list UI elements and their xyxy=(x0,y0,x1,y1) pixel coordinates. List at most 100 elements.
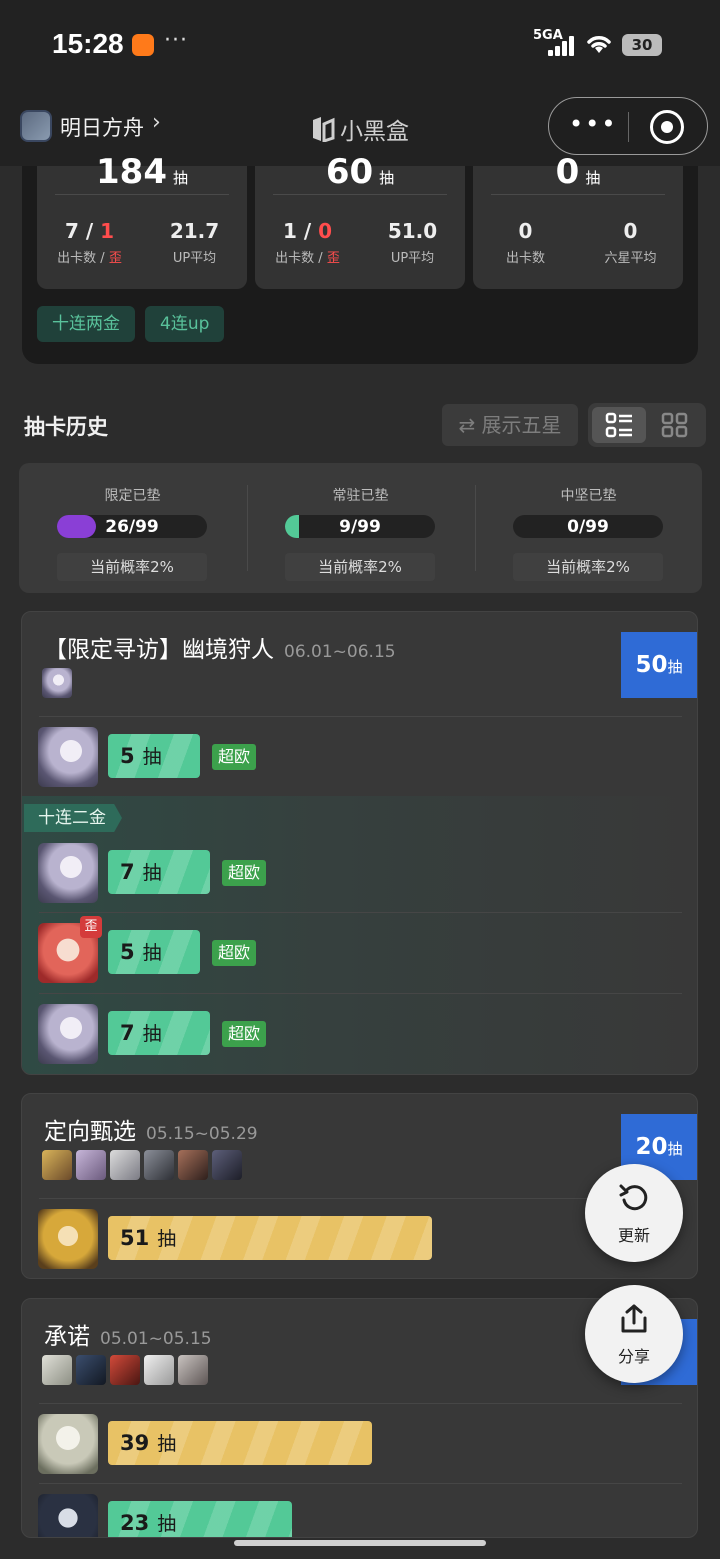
operator-thumbnail xyxy=(178,1150,208,1180)
pity-panel: 限定已垫 26/99 当前概率2% 常驻已垫 9/99 当前概率2% 中坚已垫 … xyxy=(19,463,702,593)
status-bar: 15:28 ··· 5GA 30 xyxy=(0,0,720,90)
pull-row: 7抽 超欧 xyxy=(22,993,697,1073)
banner-card-limited[interactable]: 【限定寻访】幽境狩人 06.01~06.15 50抽 5抽 超欧 十连二金 7抽 … xyxy=(21,611,698,1075)
refresh-icon xyxy=(619,1184,648,1211)
pull-count-bar: 7抽 xyxy=(108,1011,210,1055)
pity-caption: 中坚已垫 xyxy=(560,488,617,504)
pool-six-star-average: 0 六星平均 xyxy=(604,219,657,266)
miniapp-capsule: ••• xyxy=(548,97,708,155)
pool-up-average: 51.0 UP平均 xyxy=(387,219,438,266)
brand-name: 小黑盒 xyxy=(340,119,409,145)
game-avatar[interactable] xyxy=(20,110,52,142)
chevron-right-icon[interactable]: › xyxy=(152,110,161,135)
notification-app-icon xyxy=(132,34,154,56)
capsule-divider xyxy=(628,112,629,142)
grid-view-icon xyxy=(661,412,688,438)
pull-count-bar: 51 抽 xyxy=(108,1216,432,1260)
operator-thumbnail xyxy=(212,1150,242,1180)
luck-badge: 超欧 xyxy=(222,860,267,886)
pity-value: 9/99 xyxy=(339,517,381,537)
pity-core: 中坚已垫 0/99 当前概率2% xyxy=(475,463,702,593)
luck-badge: 超欧 xyxy=(212,940,257,966)
pity-standard: 常驻已垫 9/99 当前概率2% xyxy=(247,463,474,593)
pull-row: 5抽 超欧 xyxy=(22,716,697,796)
banner-total-pulls: 50抽 xyxy=(621,632,697,698)
pull-count-bar: 5抽 xyxy=(108,930,200,974)
off-banner-badge: 歪 xyxy=(80,916,102,938)
refresh-button[interactable]: 更新 xyxy=(585,1164,683,1262)
pity-progress-bar: 0/99 xyxy=(513,515,663,538)
pity-rate: 当前概率2% xyxy=(513,553,663,581)
battery-indicator: 30 xyxy=(622,34,662,56)
list-view-button[interactable] xyxy=(592,407,646,443)
pool-obtained: 7 / 1 出卡数 / 歪 xyxy=(57,219,122,266)
pity-rate: 当前概率2% xyxy=(57,553,207,581)
banner-title: 承诺 05.01~05.15 xyxy=(44,1324,212,1350)
refresh-label: 更新 xyxy=(617,1226,650,1245)
pool-obtained: 0 出卡数 xyxy=(505,219,545,266)
pity-rate: 当前概率2% xyxy=(285,553,435,581)
pool-summary-core: 0抽 0 出卡数 0 六星平均 xyxy=(473,152,683,289)
pool-summary-limited: 184 抽 7 / 1 出卡数 / 歪 21.7 UP平均 xyxy=(37,152,247,289)
operator-thumbnail xyxy=(178,1355,208,1385)
pity-progress-bar: 26/99 xyxy=(57,515,207,538)
page: 15:28 ··· 5GA 30 明日方舟 › 小黑盒 ••• 184 抽 7 … xyxy=(0,0,720,1559)
operator-thumbnail xyxy=(144,1150,174,1180)
ten-pull-flag: 十连二金 xyxy=(24,804,122,832)
wifi-icon xyxy=(587,36,611,53)
operator-thumbnail xyxy=(42,1355,72,1385)
achievement-tags: 十连两金 4连up xyxy=(37,306,225,342)
pull-count-bar: 39 抽 xyxy=(108,1421,372,1465)
heybox-logo-icon xyxy=(313,117,335,142)
brand-logo: 小黑盒 xyxy=(310,112,409,146)
pity-value: 0/99 xyxy=(567,517,609,537)
pool-summary-standard: 60 抽 1 / 0 出卡数 / 歪 51.0 UP平均 xyxy=(255,152,465,289)
pool-up-average: 21.7 UP平均 xyxy=(169,219,220,266)
pity-caption: 常驻已垫 xyxy=(332,488,389,504)
banner-title: 定向甄选 05.15~05.29 xyxy=(44,1119,258,1145)
operator-thumbnail xyxy=(110,1150,140,1180)
pull-row: 7抽 超欧 xyxy=(22,832,697,912)
operator-thumbnail xyxy=(42,668,72,698)
more-menu-button[interactable]: ••• xyxy=(569,110,617,138)
operator-avatar[interactable] xyxy=(38,1004,98,1064)
game-name[interactable]: 明日方舟 xyxy=(60,112,144,142)
banner-title: 【限定寻访】幽境狩人 06.01~06.15 xyxy=(44,637,396,663)
luck-badge: 超欧 xyxy=(222,1021,267,1047)
pool-total: 0抽 xyxy=(555,152,601,192)
operator-thumbnail xyxy=(76,1150,106,1180)
operator-avatar[interactable] xyxy=(38,1414,98,1474)
share-icon xyxy=(621,1304,647,1333)
pull-count-bar: 23 抽 xyxy=(108,1501,292,1537)
share-label: 分享 xyxy=(617,1347,650,1366)
banner-operators xyxy=(42,1150,242,1180)
pool-obtained: 1 / 0 出卡数 / 歪 xyxy=(275,219,340,266)
history-title: 抽卡历史 xyxy=(24,415,108,439)
operator-thumbnail xyxy=(76,1355,106,1385)
view-mode-toggle xyxy=(588,403,706,447)
pool-total: 184 抽 xyxy=(96,152,188,192)
operator-thumbnail xyxy=(144,1355,174,1385)
banner-operators xyxy=(42,668,72,698)
operator-avatar[interactable] xyxy=(38,1494,98,1537)
close-miniapp-button[interactable] xyxy=(650,110,684,144)
signal-icon xyxy=(548,36,576,56)
home-indicator[interactable] xyxy=(234,1540,486,1546)
luck-badge: 超欧 xyxy=(212,744,257,770)
banner-operators xyxy=(42,1355,208,1385)
pull-row: 歪 5抽 超欧 xyxy=(22,912,697,992)
operator-thumbnail xyxy=(110,1355,140,1385)
operator-avatar[interactable] xyxy=(38,727,98,787)
grid-view-button[interactable] xyxy=(648,407,702,443)
share-button[interactable]: 分享 xyxy=(585,1285,683,1383)
pity-value: 26/99 xyxy=(105,517,159,537)
show-five-star-toggle[interactable]: ⇄ 展示五星 xyxy=(442,404,578,446)
operator-avatar[interactable] xyxy=(38,843,98,903)
tag-four-up-streak: 4连up xyxy=(145,306,225,342)
operator-avatar[interactable] xyxy=(38,1209,98,1269)
operator-thumbnail xyxy=(42,1150,72,1180)
pull-count-bar: 5抽 xyxy=(108,734,200,778)
status-time: 15:28 xyxy=(52,28,124,59)
pull-count-bar: 7抽 xyxy=(108,850,210,894)
pity-caption: 限定已垫 xyxy=(104,488,161,504)
